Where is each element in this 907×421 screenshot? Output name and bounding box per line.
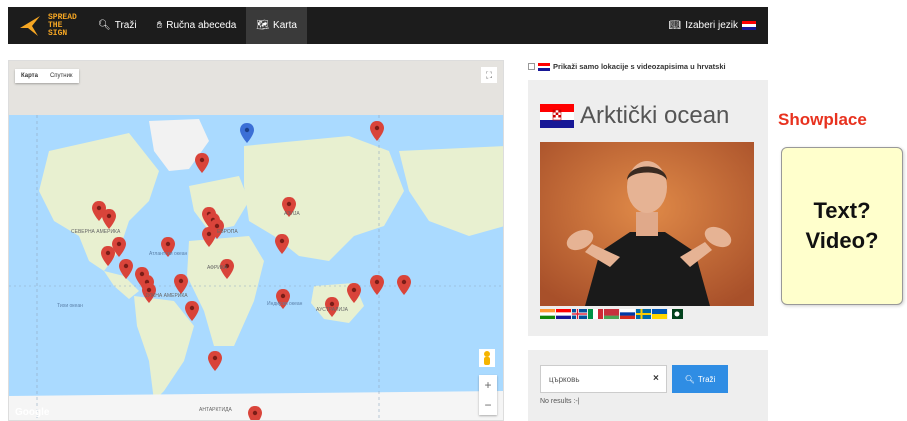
map-pin[interactable] [102, 209, 116, 229]
region-label: ЕВРОПА [217, 229, 238, 235]
signer-image [540, 142, 754, 306]
nav-map[interactable]: 🗺︎ Karta [246, 7, 307, 44]
fullscreen-icon[interactable]: ⛶ [481, 67, 497, 83]
language-flags [540, 309, 683, 319]
nav-manual-alphabet-label: Ručna abeceda [166, 20, 237, 31]
map-pin[interactable] [202, 227, 216, 247]
region-label: СЕВЕРНА АМЕРИКА [71, 229, 121, 235]
ocean-label: Tихи океан [57, 303, 83, 309]
language-selector-label: Izaberi jezik [685, 20, 738, 31]
page: SPREAD THE SIGN 🔍︎ Traži ✋︎ Ručna abeced… [0, 0, 907, 421]
nav-manual-alphabet[interactable]: ✋︎ Ručna abeceda [147, 7, 247, 44]
map-pin[interactable] [347, 283, 361, 303]
india-flag-icon[interactable] [540, 309, 555, 319]
note-card-text: Text? Video? [805, 198, 879, 253]
zoom-in-button[interactable]: + [479, 375, 497, 395]
world-map[interactable]: СЕВЕРНА АМЕРИКА АЗИЈА ЕВРОПА АФРИКА ЈУЖН… [8, 60, 504, 421]
map-pin[interactable] [174, 274, 188, 294]
region-label: АФРИКА [207, 265, 228, 271]
location-title-text: Arktički ocean [580, 102, 730, 129]
russia-flag-icon[interactable] [620, 309, 635, 319]
map-type-switch: Карта Спутник [15, 69, 79, 83]
map-pin[interactable] [248, 406, 262, 421]
croatia-flag-icon [538, 62, 550, 71]
ukraine-flag-icon[interactable] [652, 309, 667, 319]
search-results-text: No results :-| [540, 398, 580, 405]
clear-icon[interactable]: × [653, 373, 659, 384]
note-card: Text? Video? [781, 147, 903, 305]
ocean-label: Атлантски океан [149, 251, 188, 257]
book-icon: 📖︎ [668, 20, 682, 31]
ocean-label: Индијски океан [267, 301, 303, 307]
search-panel: църковь × 🔍︎ Traži No results :-| [528, 350, 768, 421]
nav-search-label: Traži [114, 20, 137, 31]
search-button-label: Traži [697, 374, 716, 384]
italy-flag-icon[interactable] [588, 309, 603, 319]
location-title: Arktički ocean [540, 102, 729, 130]
language-selector[interactable]: 📖︎ Izaberi jezik [668, 20, 756, 31]
language-flag-icon [742, 21, 756, 30]
spread-the-sign-logo[interactable]: SPREAD THE SIGN [18, 11, 88, 41]
region-label: АНТАРКТИДА [199, 407, 232, 413]
map-pin[interactable] [119, 259, 133, 279]
location-panel: Arktički ocean [528, 80, 768, 336]
showplace-heading: Showplace [778, 110, 867, 129]
belarus-flag-icon[interactable] [604, 309, 619, 319]
sign-video[interactable] [540, 142, 754, 306]
map-pin[interactable] [370, 275, 384, 295]
map-pin[interactable] [195, 153, 209, 173]
filter-row: Prikaži samo lokacije s videozapisima u … [528, 62, 726, 71]
search-button[interactable]: 🔍︎ Traži [672, 365, 728, 393]
google-logo: Google [15, 407, 50, 418]
map-pins-layer [92, 121, 411, 421]
region-label: ЈУЖНА АМЕРИКА [145, 293, 188, 299]
hand-icon: ✋︎ [156, 20, 163, 31]
map-pin[interactable] [370, 121, 384, 141]
logo-text: SPREAD THE SIGN [48, 12, 77, 38]
map-pin[interactable] [208, 351, 222, 371]
pegman-icon[interactable] [479, 349, 495, 367]
pakistan-flag-icon[interactable] [668, 309, 683, 319]
top-navbar: SPREAD THE SIGN 🔍︎ Traži ✋︎ Ručna abeced… [8, 7, 768, 44]
map-pin[interactable] [275, 234, 289, 254]
filter-checkbox[interactable] [528, 63, 535, 70]
map-pin[interactable] [397, 275, 411, 295]
croatia-flag-large-icon [540, 104, 574, 128]
croatia-flag-icon[interactable] [556, 309, 571, 319]
region-label: АУСТРАЛИЈА [316, 307, 348, 313]
search-icon: 🔍︎ [98, 20, 111, 31]
nav-map-label: Karta [273, 20, 297, 31]
zoom-controls: + − [479, 375, 497, 415]
map-type-satellite-button[interactable]: Спутник [44, 69, 79, 83]
nav-search[interactable]: 🔍︎ Traži [88, 7, 147, 44]
map-type-map-button[interactable]: Карта [15, 69, 44, 83]
logo-hands-icon [18, 14, 42, 38]
search-input[interactable]: църковь [540, 365, 667, 393]
map-icon: 🗺︎ [256, 20, 270, 31]
map-pin[interactable] [101, 246, 115, 266]
zoom-out-button[interactable]: − [479, 395, 497, 415]
iceland-flag-icon[interactable] [572, 309, 587, 319]
region-label: АЗИЈА [284, 211, 300, 217]
filter-label: Prikaži samo lokacije s videozapisima u … [553, 62, 726, 71]
search-icon: 🔍︎ [684, 374, 695, 384]
sweden-flag-icon[interactable] [636, 309, 651, 319]
map-pin[interactable] [185, 301, 199, 321]
